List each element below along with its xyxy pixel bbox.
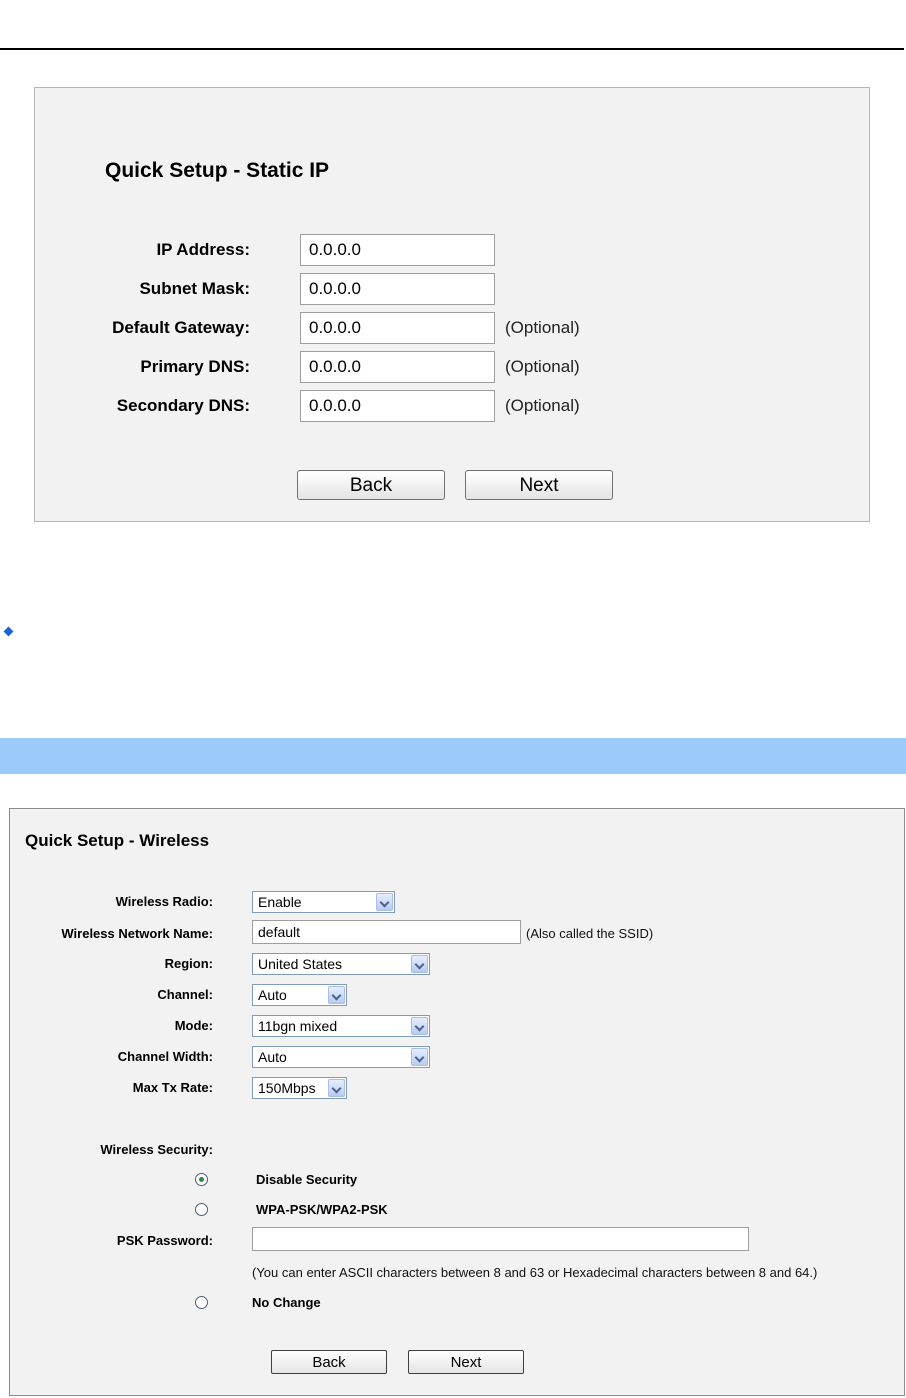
subnet-mask-row: Subnet Mask:: [35, 273, 871, 305]
ssid-note: (Also called the SSID): [526, 926, 654, 941]
ssid-input[interactable]: [252, 920, 521, 944]
no-change-radio[interactable]: [195, 1296, 208, 1309]
default-gateway-input[interactable]: [300, 312, 495, 344]
channel-width-label: Channel Width:: [117, 1049, 213, 1064]
psk-password-input[interactable]: [252, 1227, 749, 1251]
primary-dns-label: Primary DNS:: [140, 357, 250, 376]
top-divider: [0, 48, 904, 50]
no-change-label: No Change: [252, 1295, 321, 1310]
default-gateway-row: Default Gateway: (Optional): [35, 312, 871, 344]
wireless-title: Quick Setup - Wireless: [25, 831, 210, 850]
static-ip-next-button[interactable]: Next: [465, 470, 613, 500]
wireless-radio-label: Wireless Radio:: [115, 894, 213, 909]
psk-password-note: (You can enter ASCII characters between …: [252, 1265, 818, 1280]
secondary-dns-row: Secondary DNS: (Optional): [35, 390, 871, 422]
mode-select[interactable]: 11bgn mixed: [252, 1015, 430, 1037]
ip-address-label: IP Address:: [156, 240, 250, 259]
section-banner: [0, 738, 906, 774]
disable-security-radio[interactable]: [195, 1173, 208, 1186]
primary-dns-input[interactable]: [300, 351, 495, 383]
wpa-psk-label: WPA-PSK/WPA2-PSK: [256, 1202, 388, 1217]
default-gateway-note: (Optional): [505, 318, 580, 337]
secondary-dns-label: Secondary DNS:: [116, 396, 250, 415]
subnet-mask-input[interactable]: [300, 273, 495, 305]
chevron-down-icon[interactable]: [411, 1048, 428, 1066]
static-ip-back-button[interactable]: Back: [297, 470, 445, 500]
chevron-down-icon[interactable]: [328, 1079, 345, 1097]
ip-address-row: IP Address:: [35, 234, 871, 266]
subnet-mask-label: Subnet Mask:: [139, 279, 250, 298]
channel-select[interactable]: Auto: [252, 984, 347, 1006]
wireless-radio-select[interactable]: Enable: [252, 891, 395, 913]
bullet-icon: [3, 626, 14, 637]
channel-label: Channel:: [157, 987, 213, 1002]
max-tx-rate-label: Max Tx Rate:: [132, 1080, 213, 1095]
psk-password-label: PSK Password:: [116, 1233, 213, 1248]
region-value: United States: [258, 956, 343, 972]
max-tx-rate-value: 150Mbps: [258, 1080, 316, 1096]
disable-security-label: Disable Security: [256, 1172, 358, 1187]
region-label: Region:: [164, 956, 213, 971]
secondary-dns-input[interactable]: [300, 390, 495, 422]
secondary-dns-note: (Optional): [505, 396, 580, 415]
region-select[interactable]: United States: [252, 953, 430, 975]
chevron-down-icon[interactable]: [376, 893, 393, 911]
wireless-next-button[interactable]: Next: [408, 1350, 524, 1374]
wireless-radio-value: Enable: [258, 894, 302, 910]
primary-dns-row: Primary DNS: (Optional): [35, 351, 871, 383]
primary-dns-note: (Optional): [505, 357, 580, 376]
ssid-label: Wireless Network Name:: [61, 926, 213, 941]
ip-address-input[interactable]: [300, 234, 495, 266]
chevron-down-icon[interactable]: [411, 955, 428, 973]
channel-value: Auto: [258, 987, 287, 1003]
static-ip-panel: Quick Setup - Static IP IP Address: Subn…: [34, 87, 870, 522]
max-tx-rate-select[interactable]: 150Mbps: [252, 1077, 347, 1099]
chevron-down-icon[interactable]: [411, 1017, 428, 1035]
channel-width-value: Auto: [258, 1049, 287, 1065]
channel-width-select[interactable]: Auto: [252, 1046, 430, 1068]
mode-label: Mode:: [174, 1018, 213, 1033]
wireless-security-label: Wireless Security:: [100, 1142, 213, 1157]
static-ip-title: Quick Setup - Static IP: [105, 159, 330, 182]
default-gateway-label: Default Gateway:: [112, 318, 250, 337]
wireless-back-button[interactable]: Back: [271, 1350, 387, 1374]
wpa-psk-radio[interactable]: [195, 1203, 208, 1216]
chevron-down-icon[interactable]: [328, 986, 345, 1004]
wireless-panel: Quick Setup - Wireless Wireless Radio: E…: [9, 808, 905, 1396]
mode-value: 11bgn mixed: [258, 1018, 338, 1034]
